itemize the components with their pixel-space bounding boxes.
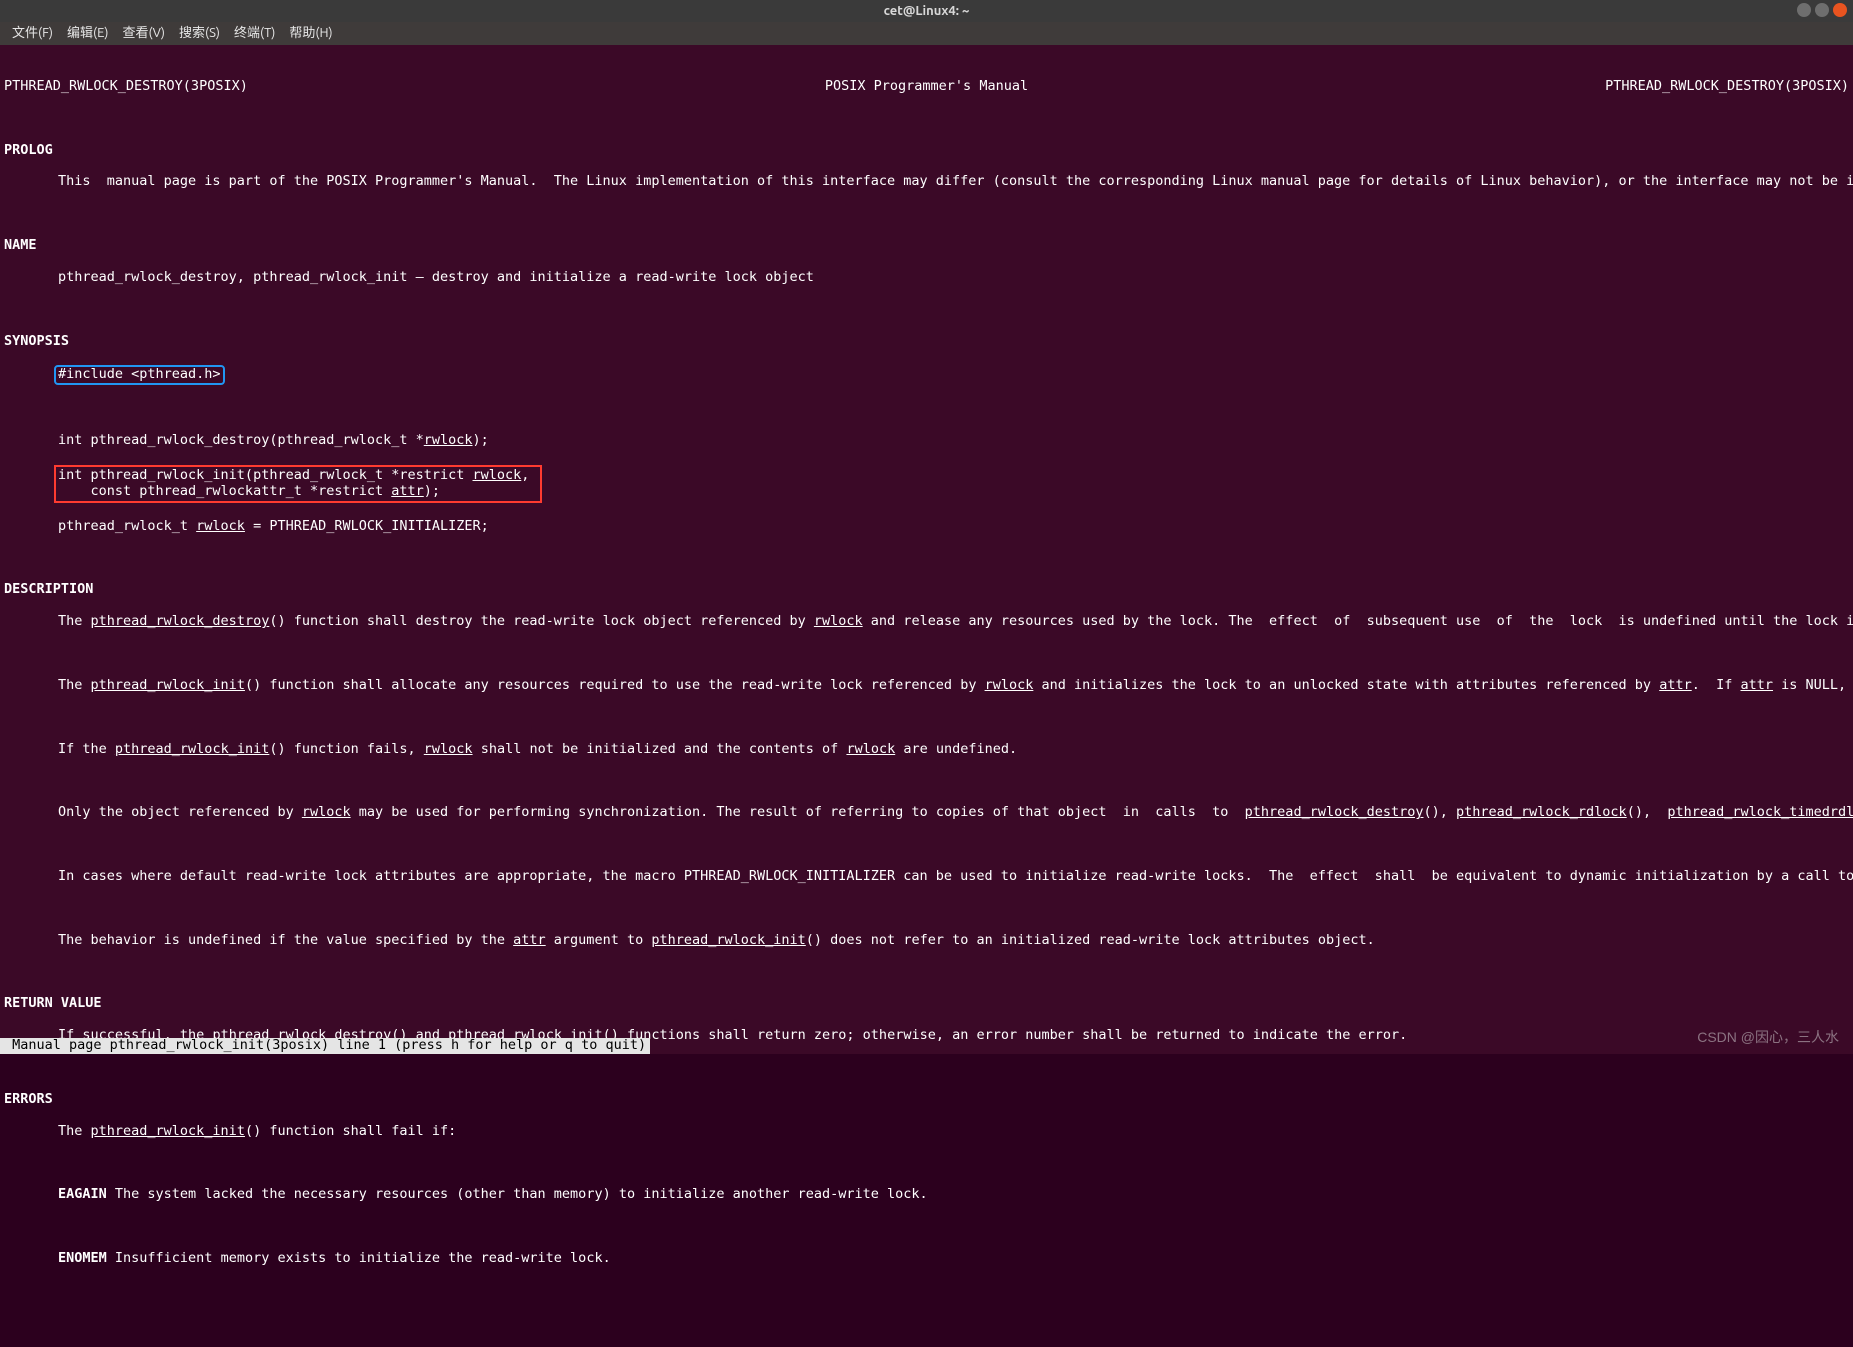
- desc-p2: The pthread_rwlock_init() function shall…: [4, 678, 1849, 694]
- minimize-icon[interactable]: [1797, 3, 1811, 17]
- titlebar: cet@Linux4: ~: [0, 0, 1853, 22]
- terminal[interactable]: PTHREAD_RWLOCK_DESTROY(3POSIX) POSIX Prog…: [0, 45, 1853, 1054]
- synopsis-destroy: int pthread_rwlock_destroy(pthread_rwloc…: [4, 433, 1849, 449]
- close-icon[interactable]: [1833, 3, 1847, 17]
- section-description: DESCRIPTION: [4, 582, 1849, 598]
- maximize-icon[interactable]: [1815, 3, 1829, 17]
- prolog-body: This manual page is part of the POSIX Pr…: [4, 174, 1849, 190]
- window-title: cet@Linux4: ~: [884, 4, 970, 18]
- section-errors: ERRORS: [4, 1092, 1849, 1108]
- error-enomem: ENOMEM Insufficient memory exists to ini…: [4, 1251, 1849, 1267]
- menu-view[interactable]: 查看(V): [117, 22, 171, 45]
- menu-edit[interactable]: 编辑(E): [61, 22, 114, 45]
- name-body: pthread_rwlock_destroy, pthread_rwlock_i…: [4, 270, 1849, 286]
- status-line: Manual page pthread_rwlock_init(3posix) …: [0, 1038, 650, 1054]
- highlight-include: #include <pthread.h>: [54, 365, 225, 385]
- header-right: PTHREAD_RWLOCK_DESTROY(3POSIX): [1605, 79, 1849, 95]
- watermark: CSDN @因心，三人水: [1697, 1029, 1839, 1046]
- section-synopsis: SYNOPSIS: [4, 334, 1849, 350]
- menu-file[interactable]: 文件(F): [6, 22, 59, 45]
- window-buttons: [1797, 3, 1847, 17]
- menu-search[interactable]: 搜索(S): [173, 22, 226, 45]
- highlight-init: int pthread_rwlock_init(pthread_rwlock_t…: [54, 465, 542, 503]
- header-left: PTHREAD_RWLOCK_DESTROY(3POSIX): [4, 79, 248, 95]
- section-prolog: PROLOG: [4, 143, 1849, 159]
- desc-p6: The behavior is undefined if the value s…: [4, 933, 1849, 949]
- error-eagain: EAGAIN The system lacked the necessary r…: [4, 1187, 1849, 1203]
- desc-p4: Only the object referenced by rwlock may…: [4, 805, 1849, 821]
- menu-terminal[interactable]: 终端(T): [228, 22, 281, 45]
- errors-intro: The pthread_rwlock_init() function shall…: [4, 1124, 1849, 1140]
- synopsis-include: #include <pthread.h>: [58, 366, 221, 382]
- section-name: NAME: [4, 238, 1849, 254]
- section-return-value: RETURN VALUE: [4, 996, 1849, 1012]
- desc-p5: In cases where default read-write lock a…: [4, 869, 1849, 885]
- manpage-content: PTHREAD_RWLOCK_DESTROY(3POSIX) POSIX Prog…: [4, 63, 1849, 1283]
- menu-help[interactable]: 帮助(H): [283, 22, 338, 45]
- header-center: POSIX Programmer's Manual: [825, 79, 1028, 95]
- desc-p3: If the pthread_rwlock_init() function fa…: [4, 742, 1849, 758]
- desc-p1: The pthread_rwlock_destroy() function sh…: [4, 614, 1849, 630]
- menubar: 文件(F) 编辑(E) 查看(V) 搜索(S) 终端(T) 帮助(H): [0, 22, 1853, 45]
- synopsis-initializer: pthread_rwlock_t rwlock = PTHREAD_RWLOCK…: [4, 519, 1849, 535]
